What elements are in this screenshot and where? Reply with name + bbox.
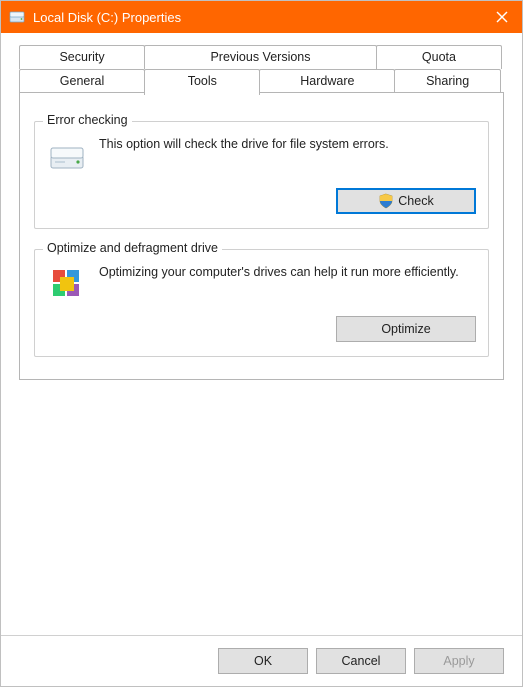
ok-button[interactable]: OK [218,648,308,674]
tab-previous-versions[interactable]: Previous Versions [144,45,377,69]
error-checking-text: This option will check the drive for fil… [99,136,476,153]
check-button[interactable]: Check [336,188,476,214]
close-icon [496,11,508,23]
group-error-checking: Error checking This option will check th… [34,121,489,229]
tab-quota[interactable]: Quota [376,45,502,69]
tab-content-tools: Error checking This option will check th… [19,92,504,380]
drive-icon [9,9,25,25]
button-label: Cancel [342,654,381,668]
tab-label: Security [59,50,104,64]
tab-general[interactable]: General [19,69,145,93]
tab-security[interactable]: Security [19,45,145,69]
defrag-icon [47,264,87,304]
close-button[interactable] [482,1,522,33]
button-label: Apply [443,654,474,668]
dialog-footer: OK Cancel Apply [1,635,522,686]
tab-tools[interactable]: Tools [144,69,260,95]
dialog-body: Security Previous Versions Quota General… [1,33,522,635]
optimize-button[interactable]: Optimize [336,316,476,342]
tab-sharing[interactable]: Sharing [394,69,501,93]
tab-label: Previous Versions [210,50,310,64]
tab-label: Quota [422,50,456,64]
tab-label: Sharing [426,74,469,88]
titlebar: Local Disk (C:) Properties [1,1,522,33]
cancel-button[interactable]: Cancel [316,648,406,674]
disk-check-icon [47,136,87,176]
tab-label: General [60,74,104,88]
apply-button: Apply [414,648,504,674]
window-title: Local Disk (C:) Properties [33,10,482,25]
button-label: OK [254,654,272,668]
shield-icon [378,193,394,209]
optimize-text: Optimizing your computer's drives can he… [99,264,476,281]
properties-window: Local Disk (C:) Properties Security Prev… [0,0,523,687]
group-optimize: Optimize and defragment drive Optimi [34,249,489,357]
group-legend: Optimize and defragment drive [43,241,222,255]
group-legend: Error checking [43,113,132,127]
tabs: Security Previous Versions Quota General… [19,45,504,380]
tab-hardware[interactable]: Hardware [259,69,395,93]
button-label: Check [398,194,433,208]
tab-label: Tools [188,74,217,88]
tab-label: Hardware [300,74,354,88]
button-label: Optimize [381,322,430,336]
